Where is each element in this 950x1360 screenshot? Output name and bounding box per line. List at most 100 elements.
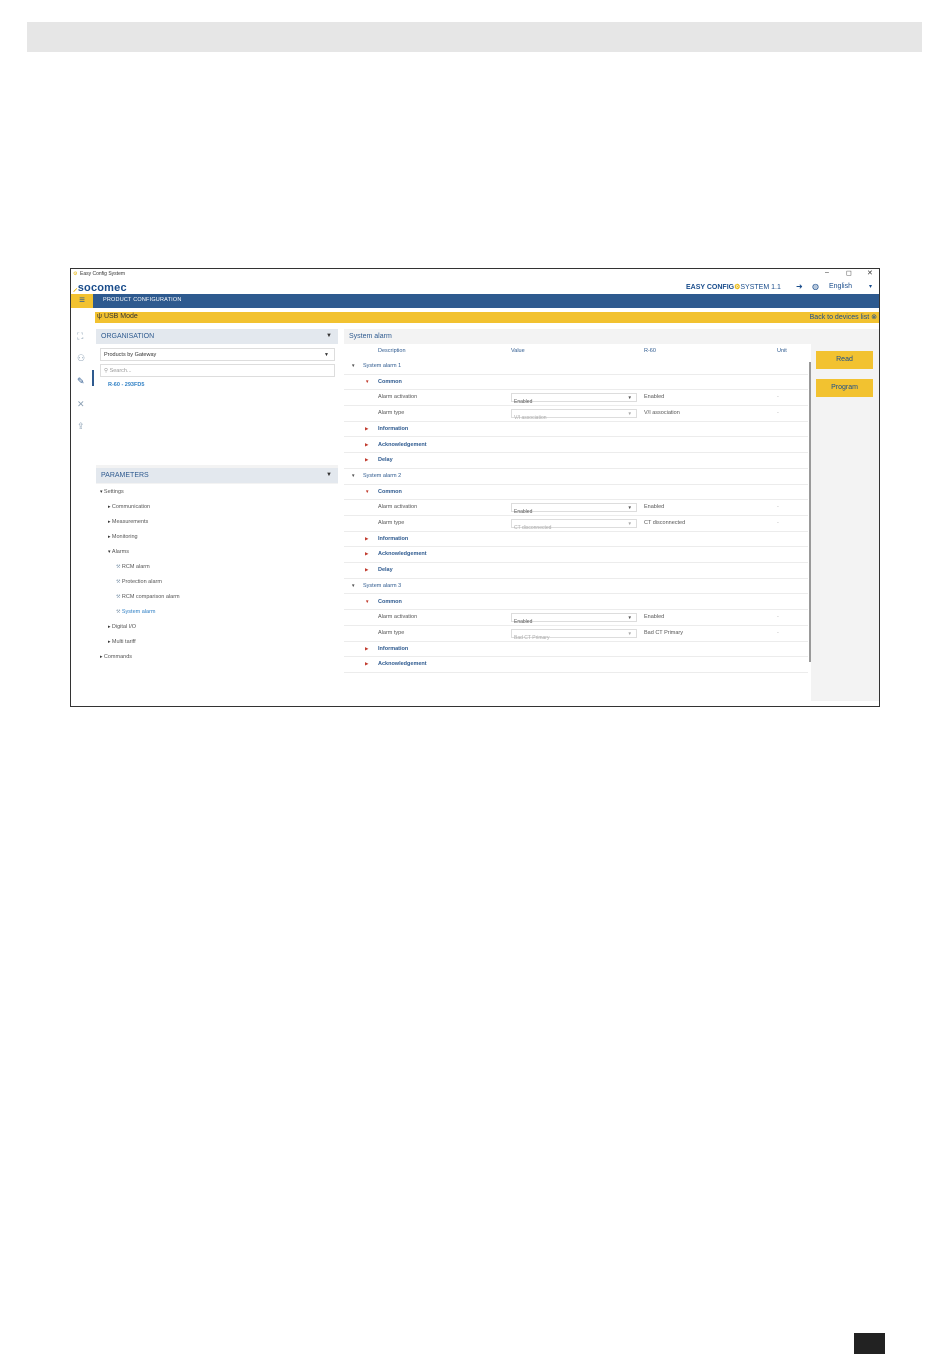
title-bar: ⚙ Easy Config System – ◻ ✕ bbox=[71, 269, 879, 281]
caret-down-icon: ▼ bbox=[365, 378, 370, 384]
group-row[interactable]: ▼ System alarm 2 bbox=[344, 469, 808, 485]
tree-item-label: RCM comparison alarm bbox=[121, 594, 180, 600]
tree-item-label: Commands bbox=[103, 654, 133, 660]
tree-item-label: Measurements bbox=[111, 519, 149, 525]
tree-item[interactable]: ⚒ Protection alarm bbox=[116, 579, 162, 585]
group-label: System alarm 3 bbox=[363, 582, 402, 589]
export-icon[interactable]: ⇪ bbox=[77, 421, 85, 432]
section-row[interactable]: ▼ Common bbox=[344, 485, 808, 501]
tree-item-label: Communication bbox=[111, 504, 151, 510]
organisation-body: Products by Gateway ▼ ⚲ Search... R-60 - … bbox=[96, 344, 338, 465]
network-icon[interactable]: ⛶ bbox=[77, 331, 83, 342]
left-pane: ORGANISATION ▼ Products by Gateway ▼ ⚲ Sea… bbox=[96, 329, 338, 701]
param-row: Alarm type Bad CT Primary ▼ Bad CT Primary - bbox=[344, 626, 808, 642]
section-label: Common bbox=[378, 488, 402, 495]
search-input[interactable]: ⚲ Search... bbox=[100, 364, 335, 377]
tree-item[interactable]: ▾ Alarms bbox=[108, 549, 129, 555]
close-icon[interactable]: ✕ bbox=[867, 269, 873, 277]
wrench-icon[interactable]: ✎ bbox=[77, 376, 85, 387]
unit-value: - bbox=[777, 394, 779, 401]
search-icon: ⚲ bbox=[104, 368, 109, 374]
back-to-devices-link[interactable]: Back to devices list ⊗ bbox=[810, 313, 877, 321]
tree-item[interactable]: ▾ Settings bbox=[100, 489, 124, 495]
page-number-box bbox=[854, 1333, 885, 1354]
section-label: Acknowledgement bbox=[378, 551, 427, 558]
socomec-logo: ⸝socomec bbox=[73, 281, 127, 294]
section-row[interactable]: ▶ Acknowledgement bbox=[344, 438, 808, 454]
section-row[interactable]: ▼ Common bbox=[344, 375, 808, 391]
menu-icon[interactable]: ≡ bbox=[71, 294, 93, 308]
parameters-header[interactable]: PARAMETERS ▼ bbox=[96, 468, 338, 483]
tree-item[interactable]: ▸ Multi tariff bbox=[108, 639, 136, 645]
tree-item[interactable]: ⚒ System alarm bbox=[116, 609, 156, 615]
tree-item[interactable]: ▸ Commands bbox=[100, 654, 132, 660]
nav-bar: ≡ PRODUCT CONFIGURATION bbox=[71, 294, 879, 308]
caret-right-icon: ▶ bbox=[365, 457, 369, 463]
column-device: R-60 bbox=[644, 348, 656, 354]
parameters-tree: ▾ Settings ▸ Communication ▸ Measurements ▸… bbox=[96, 484, 338, 701]
logout-icon[interactable]: ➜ bbox=[796, 282, 803, 291]
caret-right-icon: ▶ bbox=[365, 441, 369, 447]
gateway-dropdown[interactable]: Products by Gateway ▼ bbox=[100, 348, 335, 361]
param-label: Alarm type bbox=[378, 629, 405, 636]
tree-item[interactable]: ▸ Communication bbox=[108, 504, 150, 510]
section-row[interactable]: ▶ Delay bbox=[344, 453, 808, 469]
scrollbar[interactable] bbox=[809, 362, 811, 662]
organisation-header[interactable]: ORGANISATION ▼ bbox=[96, 329, 338, 344]
tree-item[interactable]: ▸ Measurements bbox=[108, 519, 148, 525]
tools-icon[interactable]: ✕ bbox=[77, 399, 85, 410]
globe-icon[interactable]: ◍ bbox=[812, 282, 819, 291]
tree-item[interactable]: ⚒ RCM alarm bbox=[116, 564, 150, 570]
group-row[interactable]: ▼ System alarm 3 bbox=[344, 579, 808, 595]
section-row[interactable]: ▶ Information bbox=[344, 422, 808, 438]
users-icon[interactable]: ⚇ bbox=[77, 353, 85, 364]
param-value-select[interactable]: Enabled ▼ bbox=[511, 503, 637, 515]
section-row[interactable]: ▶ Acknowledgement bbox=[344, 657, 808, 673]
section-row[interactable]: ▶ Delay bbox=[344, 563, 808, 579]
section-label: Delay bbox=[378, 567, 393, 574]
tree-item[interactable]: ⚒ RCM comparison alarm bbox=[116, 594, 180, 600]
maximize-icon[interactable]: ◻ bbox=[846, 269, 852, 277]
param-row: Alarm activation Enabled ▼ Enabled - bbox=[344, 500, 808, 516]
param-value-select: V/I association ▼ bbox=[511, 409, 637, 421]
chevron-down-icon: ▼ bbox=[627, 505, 632, 511]
caret-down-icon: ▼ bbox=[365, 598, 370, 604]
unit-value: - bbox=[777, 520, 779, 526]
group-row[interactable]: ▼ System alarm 1 bbox=[344, 359, 808, 375]
device-value: Enabled bbox=[644, 614, 665, 621]
tree-item[interactable]: ▸ Digital I/O bbox=[108, 624, 136, 630]
param-row: Alarm activation Enabled ▼ Enabled - bbox=[344, 390, 808, 407]
section-label: Acknowledgement bbox=[378, 661, 427, 668]
param-value-select[interactable]: Enabled ▼ bbox=[511, 613, 637, 625]
caret-right-icon: ▶ bbox=[365, 425, 369, 431]
section-row[interactable]: ▶ Acknowledgement bbox=[344, 547, 808, 564]
param-label: Alarm activation bbox=[378, 504, 418, 511]
unit-value: - bbox=[777, 410, 779, 417]
read-button[interactable]: Read bbox=[816, 351, 873, 369]
section-label: Information bbox=[378, 645, 409, 652]
section-row[interactable]: ▶ Information bbox=[344, 532, 808, 548]
param-value-select[interactable]: Enabled ▼ bbox=[511, 393, 637, 405]
section-row[interactable]: ▶ Information bbox=[344, 642, 808, 658]
section-row[interactable]: ▼ Common bbox=[344, 595, 808, 611]
caret-right-icon: ▶ bbox=[365, 645, 369, 651]
section-label: Delay bbox=[378, 457, 393, 464]
parameter-grid: Description Value R-60 Unit ▼ System alar… bbox=[344, 344, 811, 701]
tree-item-label: Multi tariff bbox=[111, 639, 136, 645]
minimize-icon[interactable]: – bbox=[825, 269, 829, 276]
chevron-down-icon[interactable]: ▾ bbox=[869, 283, 872, 290]
arrow-circle-icon: ⊗ bbox=[871, 314, 877, 321]
back-link-text: Back to devices list bbox=[809, 314, 870, 321]
caret-down-icon: ▼ bbox=[365, 488, 370, 494]
device-item[interactable]: R-60 - 293FD5 bbox=[108, 382, 144, 388]
tree-item-label: Alarms bbox=[111, 549, 130, 555]
unit-value: - bbox=[777, 629, 779, 636]
tree-item[interactable]: ▸ Monitoring bbox=[108, 534, 138, 540]
param-label: Alarm activation bbox=[378, 614, 418, 621]
section-label: Acknowledgement bbox=[378, 441, 427, 448]
param-row: Alarm type V/I association ▼ V/I associatio… bbox=[344, 406, 808, 422]
search-placeholder: Search... bbox=[109, 368, 132, 374]
program-button[interactable]: Program bbox=[816, 379, 873, 397]
section-label: Common bbox=[378, 598, 402, 605]
language-select[interactable]: English bbox=[829, 283, 852, 290]
